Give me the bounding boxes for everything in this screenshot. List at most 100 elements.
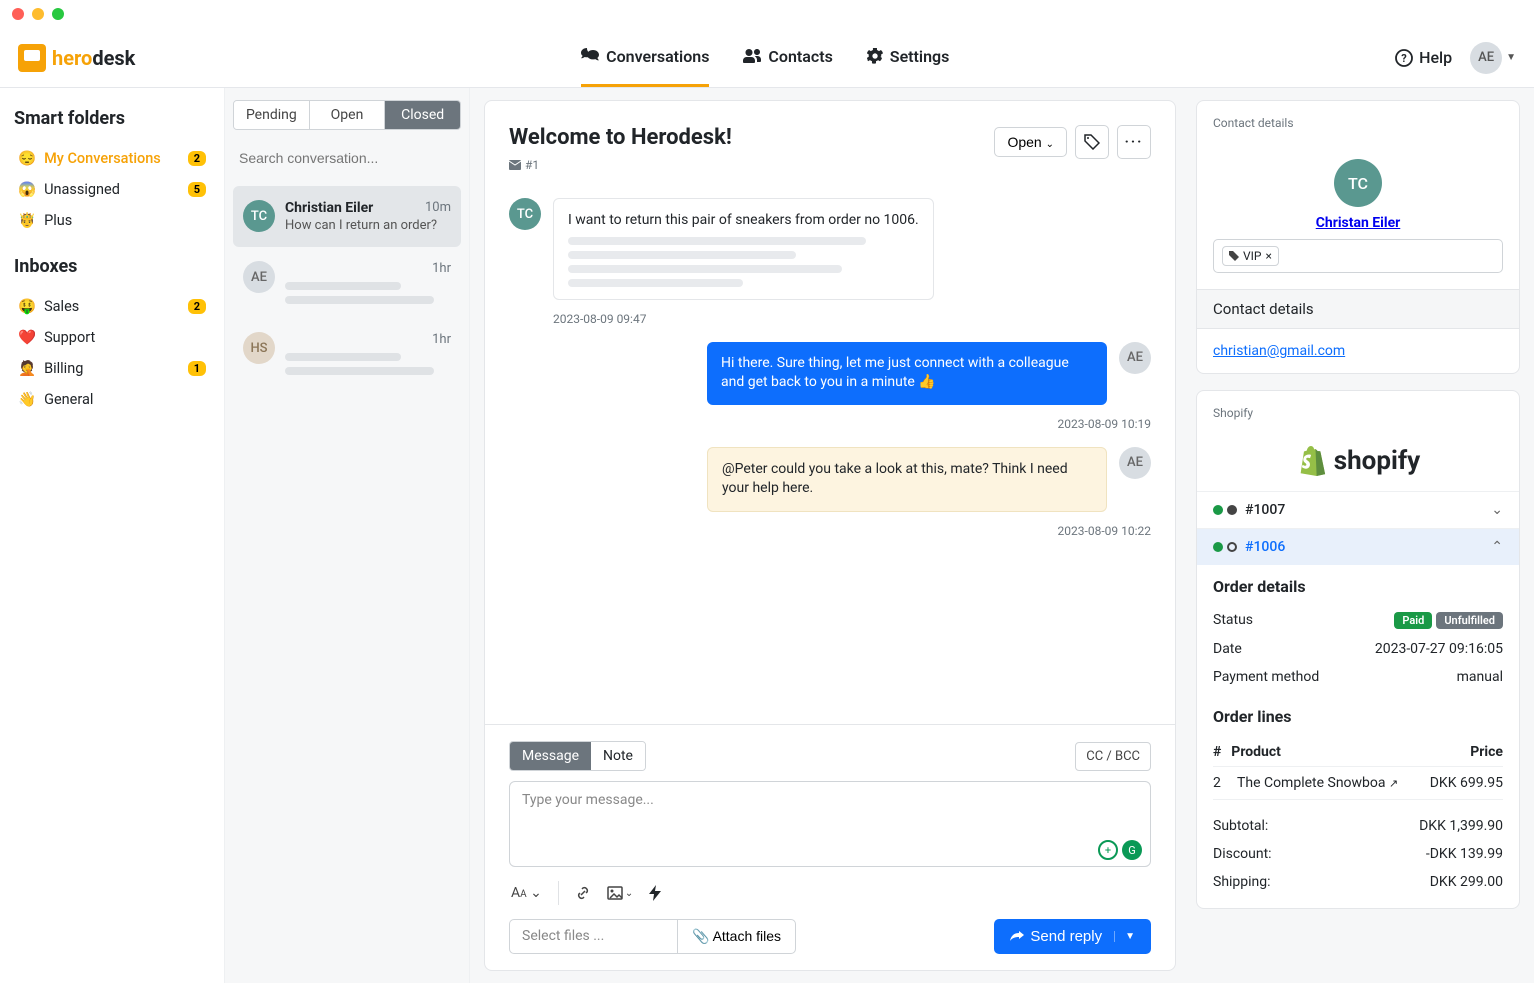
link-icon [575,885,591,901]
contact-tags[interactable]: VIP × [1213,239,1503,273]
shipping-label: Shipping: [1213,874,1271,890]
cc-bcc-button[interactable]: CC / BCC [1075,742,1151,771]
mail-icon [509,160,521,170]
sidebar-item-general[interactable]: 👋General [14,384,210,415]
status-segmented-control: Pending Open Closed [233,100,461,130]
topbar-right: ? Help AE ▼ [1395,42,1516,74]
thread-id: #1 [525,158,539,172]
quick-reply-button[interactable] [649,885,661,901]
help-link[interactable]: ? Help [1395,48,1452,67]
order-row[interactable]: #1006⌃ [1197,528,1519,565]
send-reply-button[interactable]: Send reply ▼ [994,919,1151,954]
order-line-row: 2The Complete Snowboa ↗DKK 699.95 [1213,767,1503,800]
composer: Message Note CC / BCC Type your message.… [485,724,1175,970]
sidebar-item-plus[interactable]: 🤴Plus [14,205,210,236]
status-dropdown[interactable]: Open ⌄ [994,127,1067,157]
main-area: Welcome to Herodesk! #1 Open ⌄ ··· [470,88,1534,983]
order-details: Order details StatusPaidUnfulfilled Date… [1197,565,1519,703]
order-lines-heading: Order lines [1213,707,1503,726]
contact-name-link[interactable]: Christan Eiler [1316,215,1401,231]
more-button[interactable]: ··· [1117,125,1151,159]
image-button[interactable]: ⌄ [607,886,633,900]
message-input[interactable]: Type your message... + G [509,781,1151,867]
subtotal-value: DKK 1,399.90 [1419,818,1503,834]
editor-toolbar: AA ⌄ ⌄ [509,877,1151,909]
tab-open[interactable]: Open [310,101,386,129]
sidebar-item-billing[interactable]: 🤦Billing1 [14,353,210,384]
tab-closed[interactable]: Closed [385,101,460,129]
conversation-item[interactable]: AE1hr [233,247,461,318]
order-row[interactable]: #1007⌄ [1197,491,1519,528]
link-button[interactable] [575,885,591,901]
chat-icon [581,48,599,64]
attach-files-button[interactable]: 📎 Attach files [677,919,796,954]
conversation-item[interactable]: HS1hr [233,318,461,389]
tag-button[interactable] [1075,125,1109,159]
grammarly-add-icon[interactable]: + [1098,840,1118,860]
sidebar: Smart folders 😔My Conversations2😱Unassig… [0,88,225,983]
reply-icon [1010,931,1024,943]
sidebar-item-sales[interactable]: 🤑Sales2 [14,291,210,322]
font-button[interactable]: AA ⌄ [511,885,542,901]
message-avatar: TC [509,198,541,230]
tag-icon [1229,251,1239,261]
tag-icon [1084,134,1100,150]
message-bubble: I want to return this pair of sneakers f… [553,198,934,300]
shopify-bag-icon [1296,445,1326,477]
right-panel: Contact details TC Christan Eiler VIP × … [1196,100,1520,971]
conversation-item[interactable]: TCChristian Eiler10mHow can I return an … [233,186,461,247]
people-icon [743,49,761,63]
paid-pill: Paid [1394,612,1432,629]
subtotal-label: Subtotal: [1213,818,1268,834]
message-avatar: AE [1119,447,1151,479]
vip-tag[interactable]: VIP × [1222,246,1279,266]
nav-conversations-label: Conversations [606,47,709,66]
shopify-text: shopify [1334,446,1421,476]
smart-folders-heading: Smart folders [14,108,210,129]
mode-note[interactable]: Note [591,742,645,770]
chevron-icon: ⌃ [1491,539,1503,555]
nav-conversations[interactable]: Conversations [581,28,709,87]
discount-value: -DKK 139.99 [1426,846,1503,862]
logo[interactable]: herodesk [18,44,135,72]
message-row: TC I want to return this pair of sneakers… [509,198,1151,300]
nav-contacts[interactable]: Contacts [743,28,832,87]
remove-tag-icon[interactable]: × [1265,249,1271,263]
contact-email[interactable]: christian@gmail.com [1213,343,1345,359]
window-titlebar [0,0,1534,28]
unfulfilled-pill: Unfulfilled [1436,612,1503,629]
file-select-input[interactable]: Select files ... [509,919,677,954]
send-dropdown-icon[interactable]: ▼ [1114,931,1135,942]
logo-hero: hero [52,46,92,70]
tab-pending[interactable]: Pending [234,101,310,129]
window-maximize-icon[interactable] [52,8,64,20]
message-placeholder: Type your message... [522,792,654,808]
search-input[interactable] [233,140,461,176]
shopify-card: Shopify shopify #1007⌄#1006⌃ Order detai… [1196,390,1520,909]
topbar: herodesk Conversations Contacts Settings… [0,28,1534,88]
sidebar-item-unassigned[interactable]: 😱Unassigned5 [14,174,210,205]
message-bubble: @Peter could you take a look at this, ma… [707,447,1107,512]
caret-down-icon: ▼ [1506,52,1516,63]
message-time: 2023-08-09 10:19 [509,417,1151,431]
contact-avatar: TC [1334,159,1382,207]
nav-settings[interactable]: Settings [867,28,950,87]
external-link-icon[interactable]: ↗ [1389,777,1398,790]
nav-contacts-label: Contacts [768,47,832,66]
order-lines-header: #Product Price [1213,736,1503,767]
sidebar-item-support[interactable]: ❤️Support [14,322,210,353]
grammarly-icon[interactable]: G [1122,840,1142,860]
composer-mode-toggle: Message Note [509,741,646,771]
window-minimize-icon[interactable] [32,8,44,20]
message-time: 2023-08-09 09:47 [553,312,1151,326]
toolbar-divider [558,881,559,905]
ellipsis-icon: ··· [1125,134,1144,150]
sidebar-item-my-conversations[interactable]: 😔My Conversations2 [14,143,210,174]
nav-settings-label: Settings [890,47,950,66]
user-menu[interactable]: AE ▼ [1470,42,1516,74]
messages: TC I want to return this pair of sneakers… [485,188,1175,724]
help-label: Help [1419,48,1452,67]
window-close-icon[interactable] [12,8,24,20]
mode-message[interactable]: Message [510,742,591,770]
contact-details-label: Contact details [1213,116,1294,130]
